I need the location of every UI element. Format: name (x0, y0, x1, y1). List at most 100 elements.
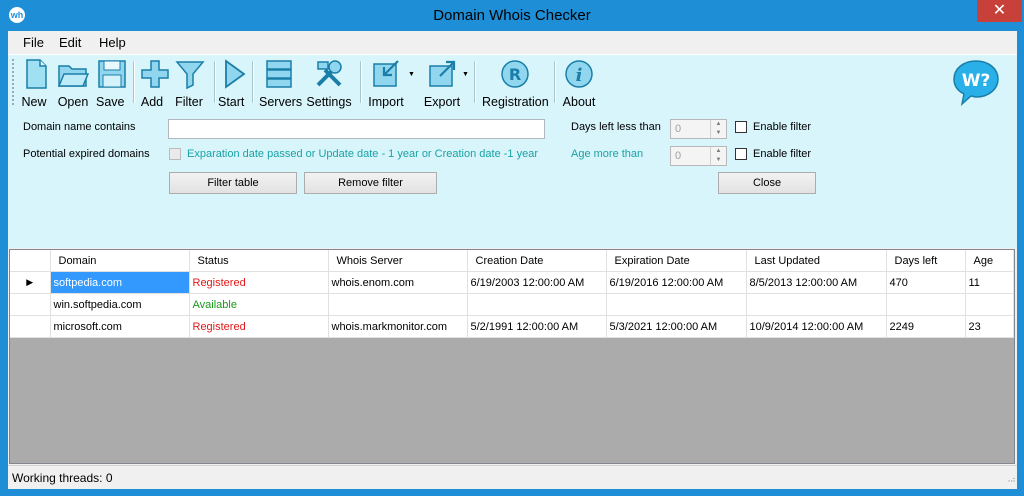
cell-days-left[interactable]: 2249 (886, 315, 966, 338)
days-left-spinner[interactable]: 0 ▲ ▼ (670, 119, 727, 139)
save-button[interactable]: Save (96, 58, 126, 109)
start-button[interactable]: Start (218, 58, 246, 109)
menu-help[interactable]: Help (99, 35, 126, 50)
days-left-label: Days left less than (571, 121, 661, 133)
import-button[interactable]: Import (366, 58, 406, 109)
servers-button[interactable]: Servers (259, 58, 303, 109)
cell-last-updated[interactable]: 10/9/2014 12:00:00 AM (746, 315, 887, 338)
current-row-indicator-icon[interactable]: ▶ (10, 271, 51, 294)
toolbar-grip[interactable] (12, 59, 16, 105)
toolbar-separator (474, 61, 476, 103)
column-header-status[interactable]: Status (189, 250, 329, 272)
column-header-creation-date[interactable]: Creation Date (467, 250, 607, 272)
save-floppy-icon (98, 60, 126, 88)
row-header[interactable] (10, 293, 51, 316)
table-row[interactable]: win.softpedia.com Available (10, 293, 1014, 316)
potential-expired-label: Potential expired domains (23, 148, 150, 160)
age-more-label: Age more than (571, 148, 644, 160)
age-more-enable-label: Enable filter (753, 148, 812, 160)
cell-expiration-date[interactable]: 6/19/2016 12:00:00 AM (606, 271, 747, 294)
status-bar: Working threads: 0 ⠠⠴ (8, 465, 1017, 489)
column-header-domain[interactable]: Domain (50, 250, 190, 272)
cell-status[interactable]: Registered (189, 271, 329, 294)
settings-button[interactable]: Settings (306, 58, 352, 109)
open-folder-icon (57, 65, 89, 87)
export-button[interactable]: Export (422, 58, 462, 109)
remove-filter-button[interactable]: Remove filter (304, 172, 437, 194)
cell-status[interactable]: Available (189, 293, 329, 316)
spinner-arrows-icon[interactable]: ▲ ▼ (710, 147, 726, 165)
cell-creation-date[interactable]: 6/19/2003 12:00:00 AM (467, 271, 607, 294)
about-button[interactable]: i About (561, 58, 597, 109)
column-header-age[interactable]: Age (965, 250, 1014, 272)
cell-creation-date[interactable]: 5/2/1991 12:00:00 AM (467, 315, 607, 338)
cell-age[interactable]: 11 (965, 271, 1014, 294)
filter-button[interactable]: Filter (174, 58, 205, 109)
menu-file[interactable]: File (23, 35, 44, 50)
column-header-last-updated[interactable]: Last Updated (746, 250, 887, 272)
days-left-enable-checkbox[interactable] (735, 121, 747, 133)
expired-criteria-checkbox[interactable] (169, 148, 181, 160)
cell-domain[interactable]: softpedia.com (50, 271, 190, 294)
cell-expiration-date[interactable] (606, 293, 747, 316)
app-window: wh Domain Whois Checker ✕ File Edit Help… (0, 0, 1024, 496)
open-label: Open (57, 95, 89, 109)
column-header-whois-server[interactable]: Whois Server (328, 250, 468, 272)
import-dropdown-arrow-icon[interactable]: ▼ (408, 71, 415, 78)
servers-icon (266, 60, 292, 88)
cell-days-left[interactable]: 470 (886, 271, 966, 294)
size-grip-icon[interactable]: ⠠⠴ (1005, 476, 1016, 487)
row-header[interactable] (10, 315, 51, 338)
new-button[interactable]: New (20, 58, 48, 109)
window-title: Domain Whois Checker (433, 7, 591, 24)
days-left-enable-label: Enable filter (753, 121, 812, 133)
open-button[interactable]: Open (56, 58, 90, 109)
column-header-days-left[interactable]: Days left (886, 250, 966, 272)
registration-label: Registration (482, 95, 549, 109)
toolbar-separator (554, 61, 556, 103)
cell-days-left[interactable] (886, 293, 966, 316)
cell-whois-server[interactable]: whois.markmonitor.com (328, 315, 468, 338)
menu-edit[interactable]: Edit (59, 35, 81, 50)
days-left-value: 0 (675, 123, 682, 135)
cell-expiration-date[interactable]: 5/3/2021 12:00:00 AM (606, 315, 747, 338)
age-more-enable-checkbox[interactable] (735, 148, 747, 160)
row-header-corner[interactable] (10, 250, 51, 272)
cell-last-updated[interactable]: 8/5/2013 12:00:00 AM (746, 271, 887, 294)
cell-domain[interactable]: microsoft.com (50, 315, 190, 338)
column-header-expiration-date[interactable]: Expiration Date (606, 250, 747, 272)
domain-contains-input[interactable] (168, 119, 545, 139)
new-document-icon (26, 59, 47, 89)
add-button[interactable]: Add (139, 58, 169, 109)
title-bar[interactable]: wh Domain Whois Checker ✕ (0, 0, 1024, 32)
registration-button[interactable]: R Registration (482, 58, 549, 109)
toolbar-separator (360, 61, 362, 103)
close-filter-button[interactable]: Close (718, 172, 816, 194)
cell-age[interactable] (965, 293, 1014, 316)
filter-panel: Domain name contains Potential expired d… (8, 109, 1017, 248)
servers-label: Servers (259, 95, 303, 109)
export-label: Export (423, 95, 461, 109)
close-window-button[interactable]: ✕ (977, 0, 1022, 22)
filter-table-button[interactable]: Filter table (169, 172, 297, 194)
table-row[interactable]: ▶ softpedia.com Registered whois.enom.co… (10, 271, 1014, 294)
cell-whois-server[interactable]: whois.enom.com (328, 271, 468, 294)
toolbar-separator (252, 61, 254, 103)
cell-age[interactable]: 23 (965, 315, 1014, 338)
cell-status[interactable]: Registered (189, 315, 329, 338)
export-icon (429, 60, 456, 87)
working-threads-status: Working threads: 0 (12, 471, 113, 485)
spinner-arrows-icon[interactable]: ▲ ▼ (710, 120, 726, 138)
logo-text: W? (962, 71, 991, 91)
domains-grid[interactable]: Domain Status Whois Server Creation Date… (9, 249, 1015, 464)
cell-creation-date[interactable] (467, 293, 607, 316)
age-more-spinner[interactable]: 0 ▲ ▼ (670, 146, 727, 166)
domains-table: Domain Status Whois Server Creation Date… (10, 250, 1014, 338)
cell-last-updated[interactable] (746, 293, 887, 316)
cell-domain[interactable]: win.softpedia.com (50, 293, 190, 316)
export-dropdown-arrow-icon[interactable]: ▼ (462, 71, 469, 78)
table-row[interactable]: microsoft.com Registered whois.markmonit… (10, 315, 1014, 338)
expired-criteria-label: Exparation date passed or Update date - … (187, 148, 538, 160)
cell-whois-server[interactable] (328, 293, 468, 316)
settings-label: Settings (306, 95, 352, 109)
